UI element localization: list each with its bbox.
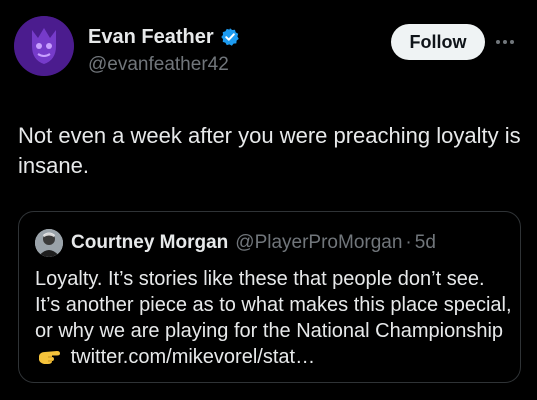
quoted-author-name[interactable]: Courtney Morgan: [71, 232, 228, 254]
author-avatar[interactable]: [14, 16, 74, 76]
more-dots-icon[interactable]: [496, 37, 518, 47]
quoted-tweet-link[interactable]: twitter.com/mikevorel/stat…: [71, 346, 316, 368]
purple-mascot-avatar-icon: [14, 16, 74, 76]
quoted-tweet-header: Courtney Morgan @PlayerProMorgan · 5d: [35, 229, 436, 257]
quoted-author-avatar[interactable]: [35, 229, 63, 257]
quoted-tweet-body: Loyalty. It’s stories like these that pe…: [35, 266, 515, 370]
quoted-author-handle[interactable]: @PlayerProMorgan: [235, 232, 402, 254]
author-handle[interactable]: @evanfeather42: [88, 54, 240, 76]
verified-badge-icon: [220, 28, 239, 46]
quoted-tweet-card[interactable]: Courtney Morgan @PlayerProMorgan · 5d Lo…: [18, 211, 521, 383]
tweet-text: Not even a week after you were preaching…: [18, 123, 521, 178]
author-name-row: Evan Feather: [88, 26, 240, 48]
person-photo-avatar-icon: [35, 229, 63, 257]
quoted-separator: ·: [405, 232, 412, 253]
quoted-tweet-text: Loyalty. It’s stories like these that pe…: [35, 268, 512, 342]
author-block: Evan Feather @evanfeather42: [88, 26, 240, 76]
follow-button[interactable]: Follow: [391, 24, 485, 60]
pointing-hand-emoji-icon: [39, 351, 60, 364]
quoted-timestamp[interactable]: 5d: [415, 232, 436, 254]
author-display-name[interactable]: Evan Feather: [88, 26, 214, 48]
